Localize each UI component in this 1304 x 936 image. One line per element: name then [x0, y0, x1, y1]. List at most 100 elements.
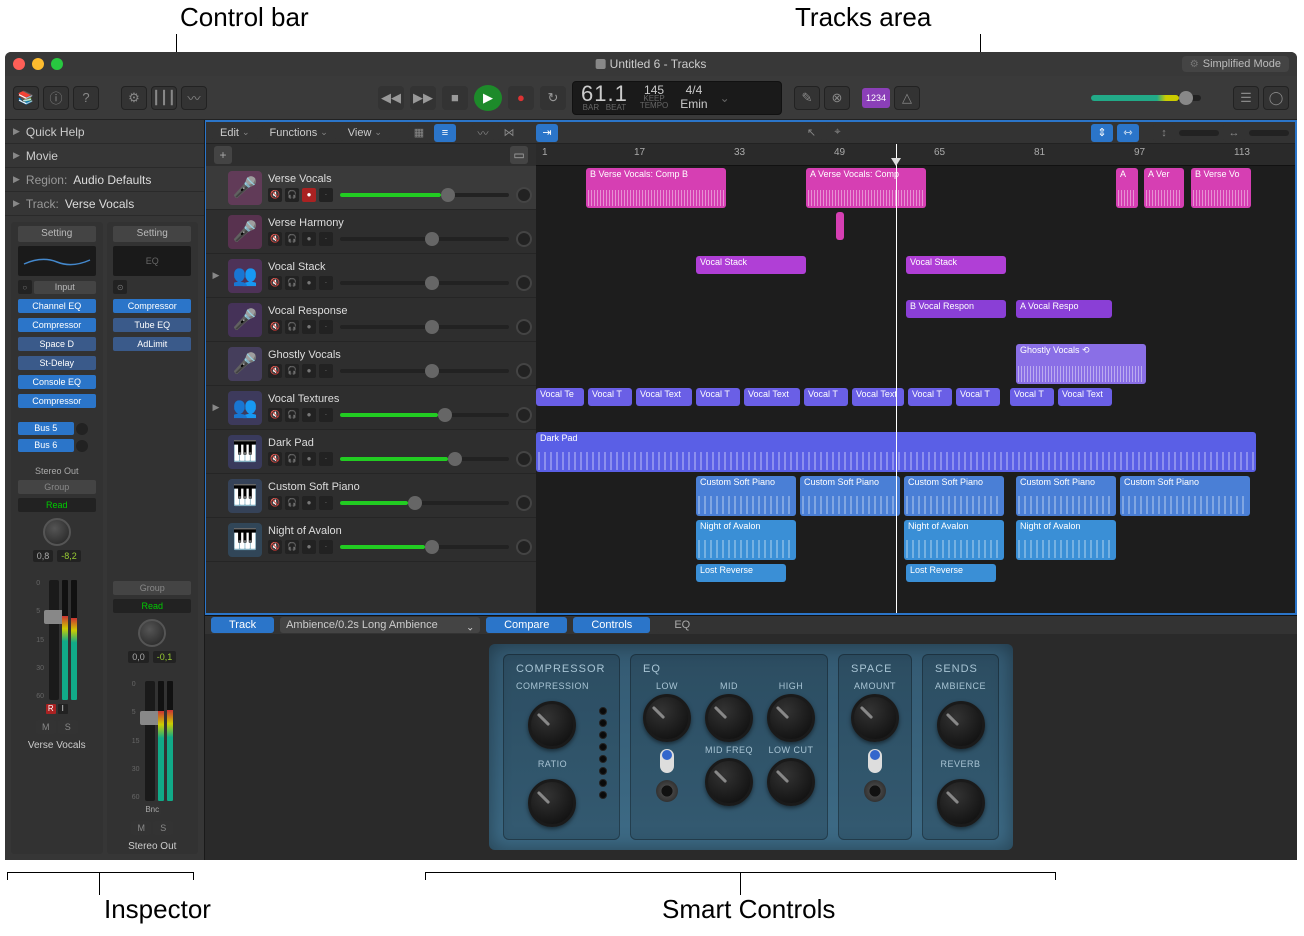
audio-region[interactable]: Vocal Text [744, 388, 800, 406]
inspector-button[interactable]: ⓘ [43, 86, 69, 110]
track-header[interactable]: 🎤 Verse Vocals 🔇 🎧 ● · [206, 166, 536, 210]
bounce-button[interactable]: Bnc [143, 805, 161, 815]
solo-icon[interactable]: 🎧 [285, 320, 299, 334]
audio-region[interactable]: Vocal Te [536, 388, 584, 406]
input-icon[interactable]: · [319, 452, 333, 466]
track-volume-slider[interactable] [340, 193, 509, 197]
input-slot[interactable]: Input [34, 281, 96, 294]
mute-icon[interactable]: 🔇 [268, 276, 282, 290]
send-slot[interactable]: Bus 5 [18, 422, 96, 435]
mixer-button[interactable]: ┃┃┃ [151, 86, 177, 110]
track-volume-slider[interactable] [340, 281, 509, 285]
plugin-slot[interactable]: Channel EQ [18, 299, 96, 313]
record-enable-button[interactable]: R [46, 704, 56, 714]
audio-region[interactable]: Night of Avalon [1016, 520, 1116, 560]
audio-region[interactable]: Vocal T [1010, 388, 1054, 406]
mid-knob[interactable] [705, 694, 753, 742]
high-knob[interactable] [767, 694, 815, 742]
track-header[interactable]: 🎤 Verse Harmony 🔇 🎧 ● · [206, 210, 536, 254]
send-slot[interactable]: Bus 6 [18, 439, 96, 452]
functions-menu[interactable]: Functions [262, 125, 336, 141]
input-icon[interactable]: · [319, 408, 333, 422]
audio-region[interactable]: A Ver [1144, 168, 1184, 208]
audio-region[interactable]: B Verse Vocals: Comp B [586, 168, 726, 208]
solo-icon[interactable]: 🎧 [285, 540, 299, 554]
rewind-button[interactable]: ◀◀ [378, 86, 404, 110]
solo-button[interactable]: S [153, 821, 173, 835]
track-volume-slider[interactable] [340, 237, 509, 241]
preset-selector[interactable]: Ambience/0.2s Long Ambience [280, 617, 480, 633]
track-pan-knob[interactable] [516, 539, 532, 555]
track-pan-knob[interactable] [516, 231, 532, 247]
stop-button[interactable]: ■ [442, 86, 468, 110]
metronome-button[interactable]: △ [894, 86, 920, 110]
edit-menu[interactable]: Edit [212, 125, 258, 141]
close-button[interactable] [13, 58, 25, 70]
count-in-button[interactable]: 1234 [862, 88, 890, 108]
alt-tool-icon[interactable]: ⌖ [826, 124, 848, 142]
solo-icon[interactable]: 🎧 [285, 364, 299, 378]
track-pan-knob[interactable] [516, 275, 532, 291]
input-monitor-button[interactable]: I [58, 704, 68, 714]
record-icon[interactable]: ● [302, 364, 316, 378]
compression-knob[interactable] [528, 701, 576, 749]
audio-region[interactable]: Custom Soft Piano [1120, 476, 1250, 516]
smart-controls-button[interactable]: ⚙ [121, 86, 147, 110]
pointer-tool-icon[interactable]: ↖ [800, 124, 822, 142]
volume-fader[interactable] [145, 681, 155, 801]
global-tracks-button[interactable]: ▭ [510, 146, 528, 164]
bar-ruler[interactable]: 1 17 33 49 65 81 97 113 [536, 144, 1295, 166]
audio-region[interactable]: B Vocal Respon [906, 300, 1006, 318]
audio-region[interactable]: Vocal Text [636, 388, 692, 406]
view-menu[interactable]: View [340, 125, 390, 141]
track-volume-slider[interactable] [340, 325, 509, 329]
mute-icon[interactable]: 🔇 [268, 320, 282, 334]
track-volume-slider[interactable] [340, 413, 509, 417]
minimize-button[interactable] [32, 58, 44, 70]
link-icon[interactable]: ⇿ [1117, 124, 1139, 142]
record-icon[interactable]: ● [302, 452, 316, 466]
record-icon[interactable]: ● [302, 320, 316, 334]
snap-icon[interactable]: ⇕ [1091, 124, 1113, 142]
playhead[interactable] [896, 144, 897, 613]
plugin-slot[interactable]: Compressor [18, 394, 96, 408]
audio-region[interactable]: Vocal T [956, 388, 1000, 406]
mute-icon[interactable]: 🔇 [268, 188, 282, 202]
track-volume-slider[interactable] [340, 545, 509, 549]
solo-icon[interactable]: 🎧 [285, 408, 299, 422]
audio-region[interactable]: Vocal T [588, 388, 632, 406]
audio-region[interactable]: Custom Soft Piano [904, 476, 1004, 516]
mute-icon[interactable]: 🔇 [268, 452, 282, 466]
track-volume-slider[interactable] [340, 369, 509, 373]
plugin-slot[interactable]: AdLimit [113, 337, 191, 351]
arrangement-grid[interactable]: 1 17 33 49 65 81 97 113 B Verse Vocals: … [536, 144, 1295, 613]
play-button[interactable]: ▶ [474, 85, 502, 111]
solo-icon[interactable]: 🎧 [285, 276, 299, 290]
setting-button[interactable]: Setting [113, 226, 191, 242]
audio-region[interactable]: B Verse Vo [1191, 168, 1251, 208]
cycle-button[interactable]: ↻ [540, 86, 566, 110]
audio-region[interactable]: A Vocal Respo [1016, 300, 1112, 318]
setting-button[interactable]: Setting [18, 226, 96, 242]
solo-icon[interactable]: 🎧 [285, 496, 299, 510]
flex-icon[interactable]: ⋈ [498, 124, 520, 142]
list-editors-button[interactable]: ☰ [1233, 86, 1259, 110]
plugin-slot[interactable]: Space D [18, 337, 96, 351]
plugin-slot[interactable]: Tube EQ [113, 318, 191, 332]
low-cut-knob[interactable] [767, 758, 815, 806]
vzoom-slider[interactable] [1179, 130, 1219, 136]
hzoom-slider[interactable] [1249, 130, 1289, 136]
track-volume-slider[interactable] [340, 501, 509, 505]
eq-button[interactable]: EQ [656, 617, 708, 633]
simplified-mode-button[interactable]: Simplified Mode [1182, 56, 1289, 72]
group-button[interactable]: Group [113, 581, 191, 595]
mute-button[interactable]: M [131, 821, 151, 835]
audio-region[interactable]: A Verse Vocals: Comp [806, 168, 926, 208]
volume-fader[interactable] [49, 580, 59, 700]
track-header[interactable]: 🎹 Night of Avalon 🔇 🎧 ● · [206, 518, 536, 562]
mute-icon[interactable]: 🔇 [268, 232, 282, 246]
mute-icon[interactable]: 🔇 [268, 540, 282, 554]
low-latency-button[interactable]: ⊗ [824, 86, 850, 110]
audio-region[interactable]: Night of Avalon [696, 520, 796, 560]
editor-button[interactable]: 〰 [181, 86, 207, 110]
